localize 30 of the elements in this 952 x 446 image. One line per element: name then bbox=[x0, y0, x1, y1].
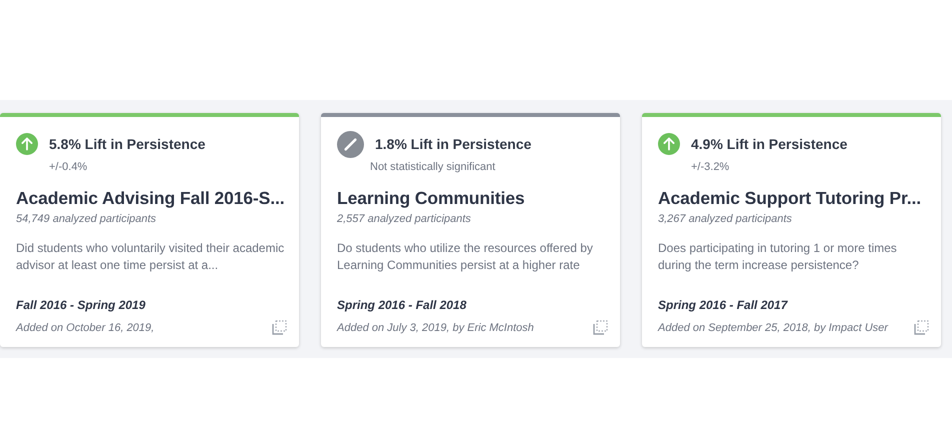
added-label: Added on July 3, 2019, by Eric McIntosh bbox=[337, 322, 534, 334]
card-title: Learning Communities bbox=[337, 187, 526, 209]
card-description: Do students who utilize the resources offered by Learning Communities persist at a higher rate bbox=[337, 240, 594, 274]
copy-icon[interactable] bbox=[272, 320, 287, 335]
card-description: Did students who voluntarily visited their academic advisor at least one time persist at a... bbox=[16, 240, 286, 274]
lift-label: 1.8% Lift in Persistence bbox=[375, 136, 532, 152]
term-label: Spring 2016 - Fall 2018 bbox=[337, 298, 468, 312]
added-label: Added on October 16, 2019, bbox=[16, 322, 154, 334]
copy-icon[interactable] bbox=[593, 320, 608, 335]
participants-label: 3,267 analyzed participants bbox=[658, 213, 793, 225]
participants-label: 2,557 analyzed participants bbox=[337, 213, 472, 225]
term-label: Fall 2016 - Spring 2019 bbox=[16, 298, 146, 312]
margin-label: +/-3.2% bbox=[691, 161, 730, 173]
card-description: Does participating in tutoring 1 or more times during the term increase persistence? bbox=[658, 240, 898, 274]
lift-label: 5.8% Lift in Persistence bbox=[49, 136, 206, 152]
term-label: Spring 2016 - Fall 2017 bbox=[658, 298, 789, 312]
margin-label: Not statistically significant bbox=[370, 161, 496, 173]
arrow-up-icon bbox=[658, 133, 680, 155]
arrow-up-icon bbox=[16, 133, 38, 155]
participants-label: 54,749 analyzed participants bbox=[16, 213, 158, 225]
result-card[interactable] bbox=[642, 113, 941, 347]
copy-icon[interactable] bbox=[914, 320, 929, 335]
card-title: Academic Advising Fall 2016-S... bbox=[16, 187, 286, 209]
slash-icon bbox=[337, 130, 364, 158]
result-card[interactable] bbox=[0, 113, 299, 347]
result-card[interactable] bbox=[321, 113, 620, 347]
lift-label: 4.9% Lift in Persistence bbox=[691, 136, 848, 152]
card-title: Academic Support Tutoring Pr... bbox=[658, 187, 922, 209]
margin-label: +/-0.4% bbox=[49, 161, 88, 173]
added-label: Added on September 25, 2018, by Impact User bbox=[658, 322, 888, 334]
